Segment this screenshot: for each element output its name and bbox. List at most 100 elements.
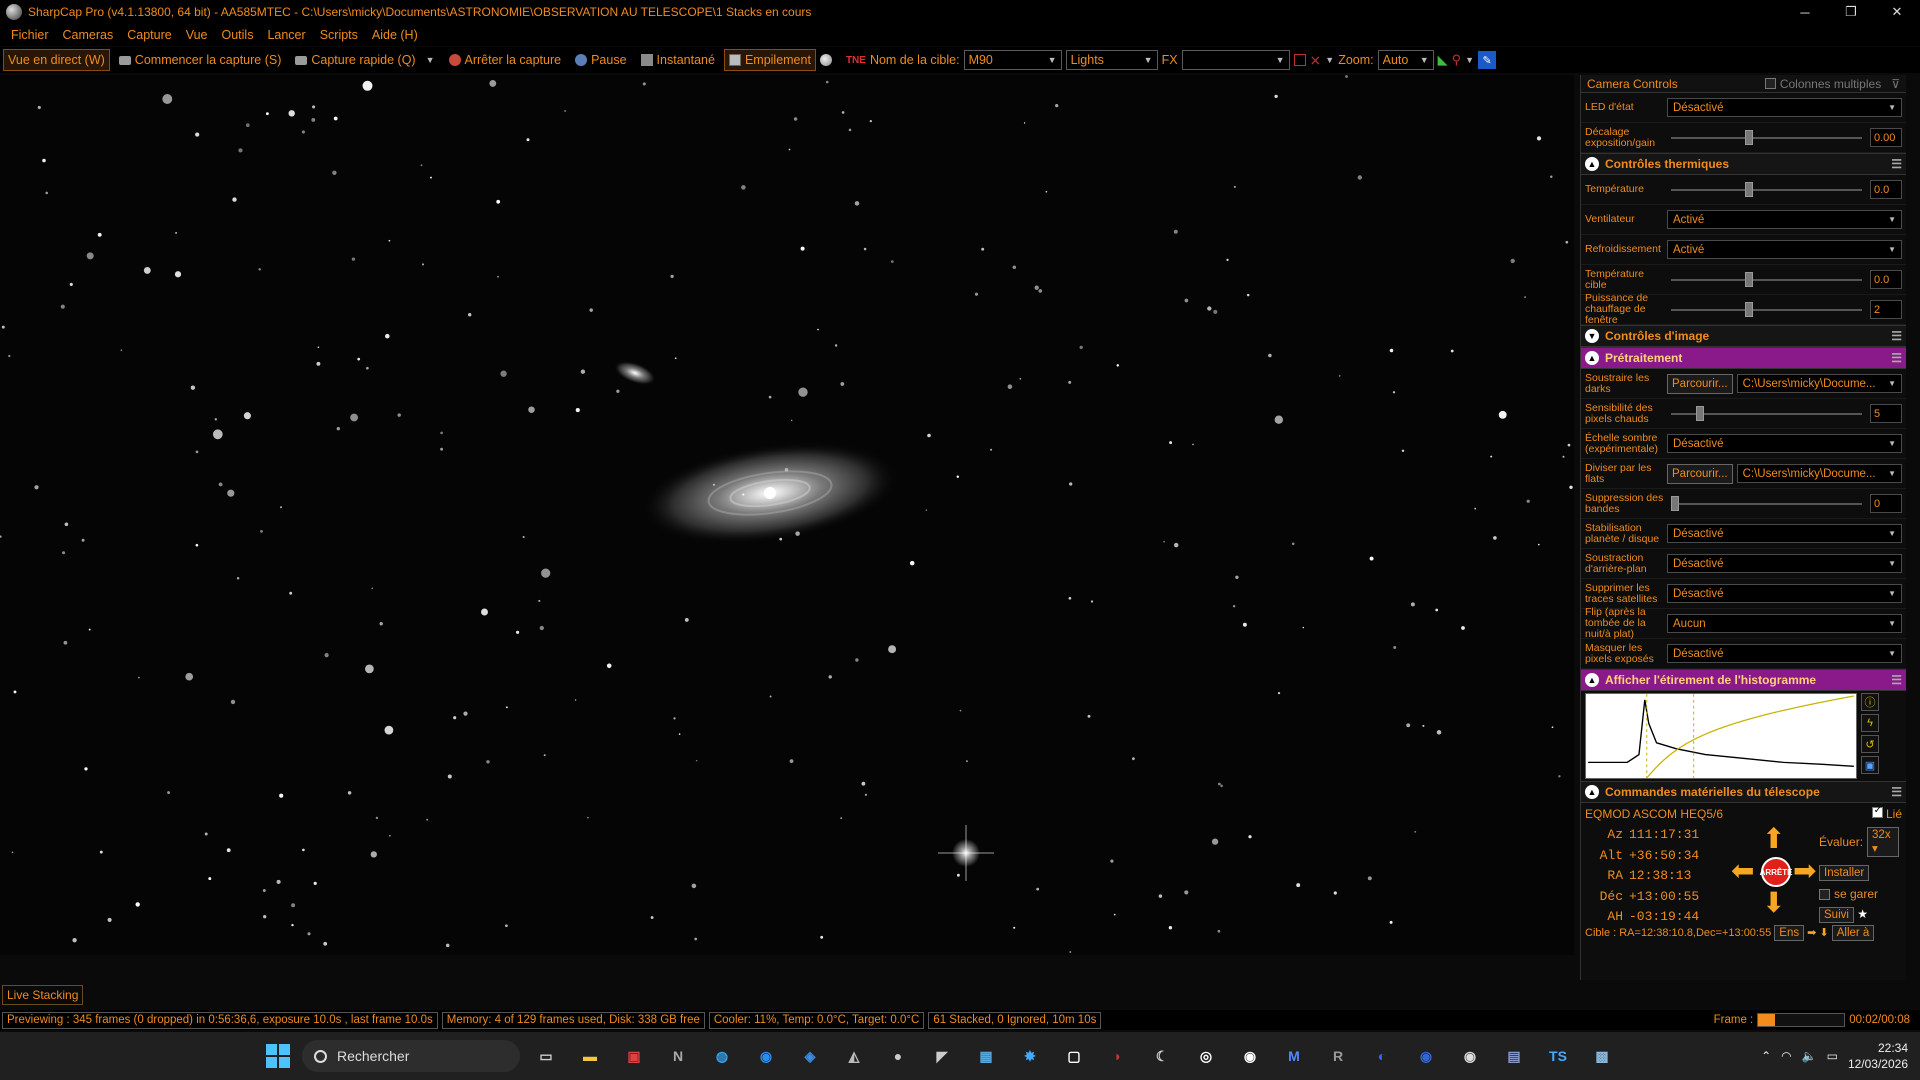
- moon-app-icon[interactable]: ☾: [1146, 1040, 1178, 1072]
- multi-columns-toggle[interactable]: Colonnes multiples ⊽: [1764, 77, 1900, 91]
- battery-icon[interactable]: ▭: [1827, 1049, 1838, 1063]
- menu-item-4[interactable]: Outils: [215, 28, 261, 42]
- collapse-icon[interactable]: ▲: [1585, 673, 1599, 687]
- task-view-icon[interactable]: ▭: [530, 1040, 562, 1072]
- mountain-app-icon[interactable]: M: [1278, 1040, 1310, 1072]
- slider[interactable]: [1667, 270, 1866, 289]
- start-capture-button[interactable]: Commencer la capture (S): [114, 49, 287, 71]
- navigation-icon[interactable]: ◈: [794, 1040, 826, 1072]
- collapse-icon[interactable]: ▲: [1585, 157, 1599, 171]
- tool-app-icon[interactable]: ▦: [970, 1040, 1002, 1072]
- menu-item-7[interactable]: Aide (H): [365, 28, 425, 42]
- quick-capture-button[interactable]: Capture rapide (Q) ▼: [290, 49, 439, 71]
- maximize-button[interactable]: ❐: [1828, 0, 1874, 24]
- slider-thumb[interactable]: [1745, 272, 1753, 287]
- value-field[interactable]: 0.0: [1870, 270, 1902, 289]
- grid-app-icon[interactable]: ▩: [1586, 1040, 1618, 1072]
- ens-button[interactable]: Ens: [1774, 925, 1805, 941]
- track-button[interactable]: Suivi: [1819, 907, 1854, 923]
- section-histogram[interactable]: ▲ Afficher l'étirement de l'histogramme …: [1581, 669, 1906, 691]
- star-app-icon[interactable]: ✸: [1014, 1040, 1046, 1072]
- astro-app-icon[interactable]: ◤: [926, 1040, 958, 1072]
- menu-item-5[interactable]: Lancer: [260, 28, 312, 42]
- frame-type-select[interactable]: Lights ▼: [1065, 50, 1158, 70]
- slider-thumb[interactable]: [1745, 302, 1753, 317]
- messenger-icon[interactable]: ◉: [750, 1040, 782, 1072]
- rate-select[interactable]: 32x ▾: [1867, 827, 1899, 857]
- ring-app-icon[interactable]: ◐: [1366, 1040, 1398, 1072]
- arrow-down-icon[interactable]: ⬇: [1762, 889, 1785, 917]
- checkbox-icon[interactable]: [1764, 78, 1776, 89]
- crosshair-icon[interactable]: ⨯: [1310, 52, 1322, 69]
- section-preprocessing[interactable]: ▲ Prétraitement ☰: [1581, 347, 1906, 369]
- menu-icon[interactable]: ☰: [1891, 785, 1902, 799]
- slider-thumb[interactable]: [1745, 182, 1753, 197]
- dropdown[interactable]: Désactivé ▼: [1667, 644, 1902, 663]
- menu-icon[interactable]: ☰: [1891, 157, 1902, 171]
- value-field[interactable]: 0.00: [1870, 128, 1902, 147]
- stacking-button[interactable]: Empilement: [723, 49, 816, 71]
- comet-app-icon[interactable]: ◗: [1102, 1040, 1134, 1072]
- windows-start-icon[interactable]: [266, 1044, 290, 1068]
- histogram-plot[interactable]: [1585, 693, 1857, 779]
- slider[interactable]: [1667, 180, 1866, 199]
- slider-thumb[interactable]: [1745, 130, 1753, 145]
- network-icon[interactable]: ◠: [1781, 1049, 1791, 1063]
- value-field[interactable]: 0.0: [1870, 180, 1902, 199]
- slider[interactable]: [1667, 128, 1866, 147]
- zoom-tool-icon[interactable]: ⚲: [1452, 52, 1462, 68]
- notion-icon[interactable]: N: [662, 1040, 694, 1072]
- close-button[interactable]: ✕: [1874, 0, 1920, 24]
- zoom-select[interactable]: Auto ▼: [1377, 50, 1434, 70]
- dropdown[interactable]: Désactivé ▼: [1667, 554, 1902, 573]
- stop-mount-button[interactable]: ARRÊTE: [1760, 857, 1792, 887]
- volume-icon[interactable]: 🔈: [1802, 1049, 1817, 1063]
- menu-icon[interactable]: ☰: [1891, 329, 1902, 343]
- menu-item-0[interactable]: Fichier: [4, 28, 56, 42]
- file-path-dropdown[interactable]: C:\Users\micky\Docume... ▼: [1736, 464, 1902, 483]
- dropdown[interactable]: Désactivé ▼: [1667, 524, 1902, 543]
- stop-capture-button[interactable]: Arrêter la capture: [444, 49, 567, 71]
- telescope-app-icon[interactable]: ◭: [838, 1040, 870, 1072]
- install-button[interactable]: Installer: [1819, 865, 1870, 881]
- chart-app-icon[interactable]: ▤: [1498, 1040, 1530, 1072]
- slider[interactable]: [1667, 404, 1866, 423]
- save-icon[interactable]: ▣: [1861, 756, 1879, 774]
- menu-icon[interactable]: ☰: [1891, 673, 1902, 687]
- camera-app-icon[interactable]: ◉: [1454, 1040, 1486, 1072]
- linked-toggle[interactable]: Lié: [1871, 805, 1902, 821]
- star-icon[interactable]: ★: [1857, 907, 1868, 921]
- sharpcap-icon[interactable]: ●: [882, 1040, 914, 1072]
- window-app-icon[interactable]: ▢: [1058, 1040, 1090, 1072]
- value-field[interactable]: 5: [1870, 404, 1902, 423]
- eye-app-icon[interactable]: ◉: [1234, 1040, 1266, 1072]
- browse-button[interactable]: Parcourir...: [1667, 373, 1733, 394]
- menu-icon[interactable]: ☰: [1891, 351, 1902, 365]
- arrow-right-icon[interactable]: ➡: [1793, 857, 1816, 885]
- menu-item-6[interactable]: Scripts: [313, 28, 365, 42]
- dropdown[interactable]: Désactivé ▼: [1667, 584, 1902, 603]
- clock[interactable]: 22:34 12/03/2026: [1848, 1040, 1908, 1072]
- fx-select[interactable]: ▼: [1181, 50, 1290, 70]
- goto-button[interactable]: Aller à: [1831, 925, 1875, 941]
- value-field[interactable]: 2: [1870, 300, 1902, 319]
- live-view-button[interactable]: Vue en direct (W): [3, 49, 110, 71]
- slider[interactable]: [1667, 300, 1866, 319]
- image-viewport[interactable]: [0, 75, 1574, 955]
- file-path-dropdown[interactable]: C:\Users\micky\Docume... ▼: [1736, 374, 1902, 393]
- checkbox-icon[interactable]: [1871, 805, 1883, 818]
- chevron-up-icon[interactable]: ⌃: [1761, 1049, 1771, 1063]
- dropdown[interactable]: Activé ▼: [1667, 240, 1902, 259]
- section-telescope[interactable]: ▲ Commandes matérielles du télescope ☰: [1581, 781, 1906, 803]
- nasa-app-icon[interactable]: ◉: [1410, 1040, 1442, 1072]
- spiral-app-icon[interactable]: ◎: [1190, 1040, 1222, 1072]
- value-field[interactable]: 0: [1870, 494, 1902, 513]
- chevron-down-icon[interactable]: ▼: [1465, 55, 1474, 65]
- file-explorer-icon[interactable]: ▬: [574, 1040, 606, 1072]
- target-name-select[interactable]: M90 ▼: [963, 50, 1062, 70]
- menu-item-3[interactable]: Vue: [179, 28, 215, 42]
- histogram-icon[interactable]: ◣: [1438, 52, 1448, 68]
- dropdown[interactable]: Désactivé ▼: [1667, 434, 1902, 453]
- slider-thumb[interactable]: [1696, 406, 1705, 421]
- arrow-right-icon[interactable]: ➡: [1807, 927, 1816, 939]
